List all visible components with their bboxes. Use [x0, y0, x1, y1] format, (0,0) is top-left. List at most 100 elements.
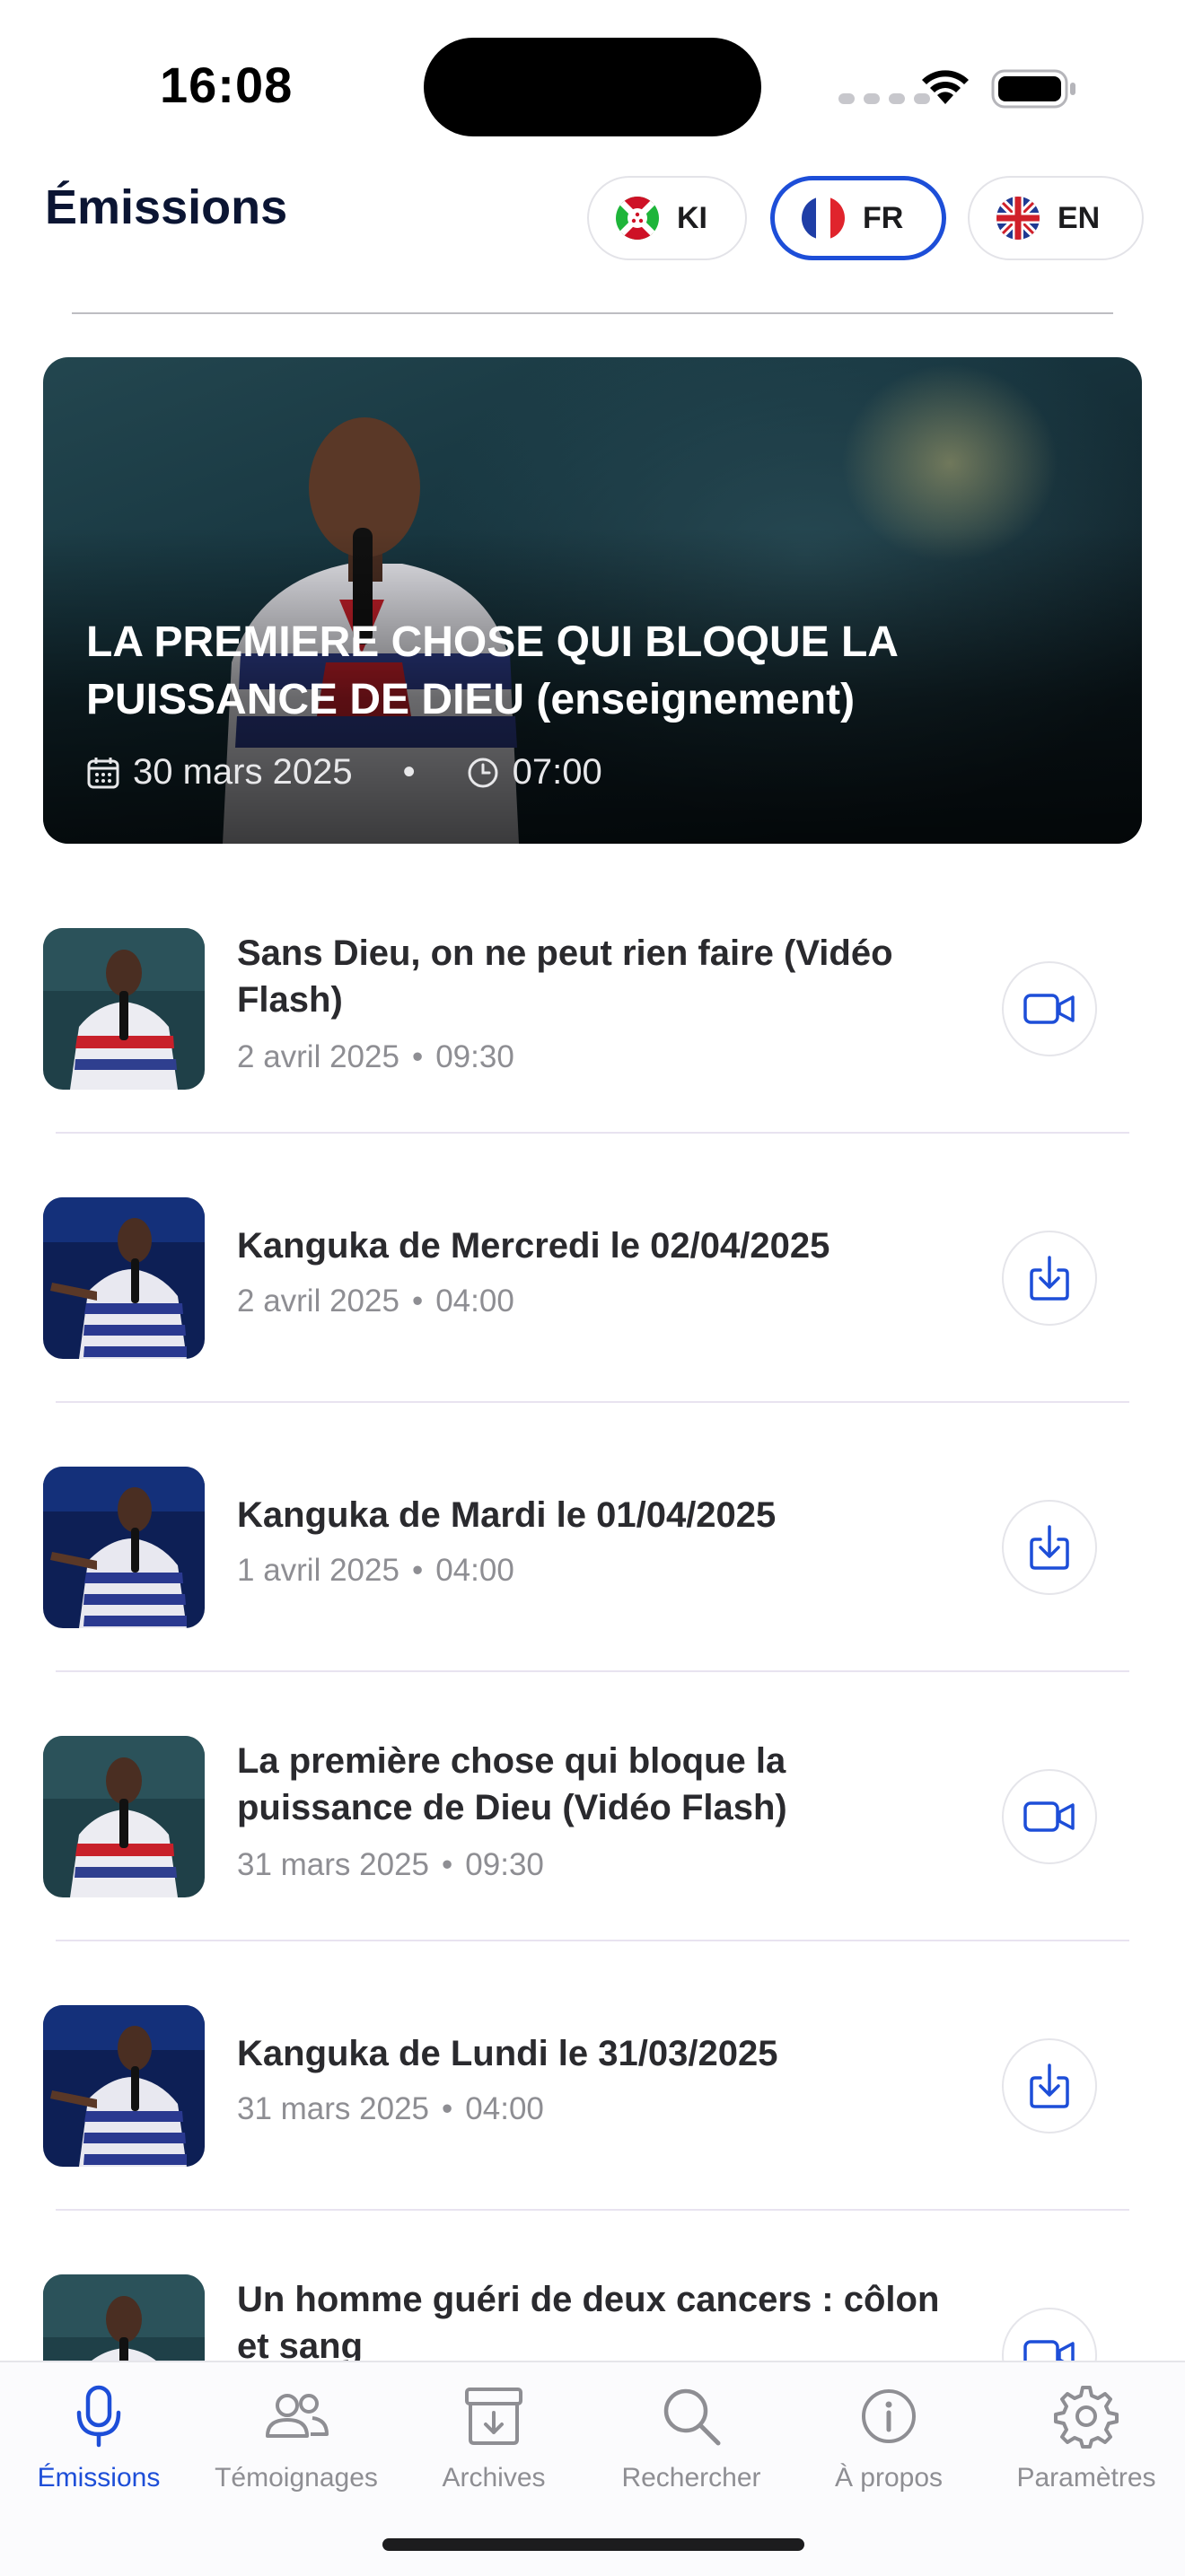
home-indicator — [382, 2538, 804, 2551]
tab-emissions[interactable]: Émissions — [0, 2380, 198, 2493]
search-icon — [663, 2388, 721, 2446]
episode-row[interactable]: Sans Dieu, on ne peut rien faire (Vidéo … — [0, 898, 1185, 1167]
episode-title: Kanguka de Lundi le 31/03/2025 — [237, 2034, 778, 2073]
tab-rechercher[interactable]: Rechercher — [592, 2380, 790, 2493]
watch-video-button[interactable] — [1002, 1769, 1097, 1864]
row-divider — [56, 1132, 1129, 1134]
download-button[interactable] — [1002, 1231, 1097, 1326]
language-ki-button[interactable]: KI — [587, 176, 747, 260]
episode-date: 31 mars 2025 — [237, 2091, 430, 2126]
clock-icon — [468, 758, 498, 787]
battery-icon — [991, 69, 1075, 109]
episode-row[interactable]: Un homme guéri de deux cancers : côlon e… — [0, 2244, 1185, 2362]
download-icon — [1030, 2063, 1069, 2108]
meta-separator: • — [442, 2091, 453, 2126]
meta-separator: • — [402, 752, 416, 792]
row-divider — [56, 1940, 1129, 1941]
row-divider — [56, 1401, 1129, 1403]
episode-thumbnail — [43, 1736, 205, 1897]
episode-title: Kanguka de Mardi le 01/04/2025 — [237, 1495, 777, 1535]
download-button[interactable] — [1002, 2038, 1097, 2134]
featured-time: 07:00 — [512, 752, 602, 792]
tab-label: Paramètres — [1016, 2463, 1156, 2493]
status-bar: 16:08 — [0, 0, 1185, 171]
uk-flag-icon — [996, 197, 1040, 240]
meta-separator: • — [442, 1847, 453, 1882]
episode-row[interactable]: Kanguka de Mercredi le 02/04/2025 2 avri… — [0, 1167, 1185, 1436]
people-icon — [266, 2394, 329, 2438]
video-icon — [1023, 2340, 1075, 2362]
tab-label: Rechercher — [621, 2463, 761, 2493]
france-flag-icon — [802, 197, 845, 240]
episode-list[interactable]: Sans Dieu, on ne peut rien faire (Vidéo … — [0, 898, 1185, 2362]
tab-label: Archives — [442, 2463, 546, 2493]
episode-meta: 2 avril 2025 • 09:30 — [237, 1039, 514, 1075]
tab-archives[interactable]: Archives — [395, 2380, 592, 2493]
tab-label: À propos — [834, 2463, 944, 2493]
episode-row[interactable]: Kanguka de Mardi le 01/04/2025 1 avril 2… — [0, 1436, 1185, 1705]
episode-meta: 31 mars 2025 • 09:30 — [237, 1847, 544, 1883]
info-icon — [862, 2389, 916, 2443]
tab-label: Émissions — [37, 2463, 161, 2493]
episode-date: 2 avril 2025 — [237, 1284, 399, 1319]
episode-date: 2 avril 2025 — [237, 1039, 399, 1074]
wifi-icon — [922, 70, 969, 104]
episode-thumbnail — [43, 928, 205, 1090]
tab-a-propos[interactable]: À propos — [790, 2380, 988, 2493]
language-code: EN — [1058, 200, 1101, 235]
download-button[interactable] — [1002, 1500, 1097, 1595]
archive-box-icon — [465, 2388, 522, 2445]
download-icon — [1030, 1525, 1069, 1570]
episode-title: Sans Dieu, on ne peut rien faire (Vidéo … — [237, 933, 893, 1020]
episode-time: 04:00 — [435, 1284, 514, 1319]
language-code: KI — [677, 200, 707, 235]
row-divider — [56, 1670, 1129, 1672]
episode-date: 1 avril 2025 — [237, 1553, 399, 1588]
featured-episode-title: LA PREMIERE CHOSE QUI BLOQUE LA PUISSANC… — [86, 618, 898, 723]
cellular-signal-icon — [838, 93, 930, 104]
featured-episode-card[interactable]: LA PREMIERE CHOSE QUI BLOQUE LA PUISSANC… — [43, 357, 1142, 844]
watch-video-button[interactable] — [1002, 2308, 1097, 2362]
dynamic-island — [424, 38, 761, 136]
episode-time: 04:00 — [465, 2091, 544, 2126]
episode-thumbnail — [43, 2005, 205, 2167]
episode-thumbnail — [43, 2274, 205, 2362]
row-divider — [56, 2209, 1129, 2211]
meta-separator: • — [411, 1553, 424, 1588]
featured-date: 30 mars 2025 — [133, 752, 353, 792]
video-icon — [1023, 1801, 1075, 1832]
episode-row[interactable]: Kanguka de Lundi le 31/03/2025 31 mars 2… — [0, 1975, 1185, 2244]
microphone-icon — [76, 2385, 121, 2448]
episode-meta: 1 avril 2025 • 04:00 — [237, 1553, 514, 1589]
video-icon — [1023, 994, 1075, 1024]
featured-episode-meta: 30 mars 2025 • 07:00 — [86, 752, 602, 793]
calendar-icon — [87, 757, 119, 788]
language-fr-button[interactable]: FR — [770, 176, 946, 260]
episode-thumbnail — [43, 1197, 205, 1359]
episode-time: 04:00 — [435, 1553, 514, 1588]
language-en-button[interactable]: EN — [968, 176, 1144, 260]
meta-separator: • — [411, 1039, 424, 1074]
watch-video-button[interactable] — [1002, 961, 1097, 1056]
burundi-flag-icon — [616, 197, 659, 240]
tab-label: Témoignages — [215, 2463, 378, 2493]
episode-date: 31 mars 2025 — [237, 1847, 430, 1882]
episode-meta: 31 mars 2025 • 04:00 — [237, 2091, 544, 2127]
download-icon — [1030, 1256, 1069, 1301]
episode-title: Kanguka de Mercredi le 02/04/2025 — [237, 1226, 830, 1266]
meta-separator: • — [411, 1284, 424, 1319]
status-time: 16:08 — [160, 57, 294, 113]
episode-meta: 2 avril 2025 • 04:00 — [237, 1284, 514, 1319]
episode-row[interactable]: La première chose qui bloque la puissanc… — [0, 1705, 1185, 1975]
episode-thumbnail — [43, 1467, 205, 1628]
episode-title: La première chose qui bloque la puissanc… — [237, 1741, 787, 1827]
tab-temoignages[interactable]: Témoignages — [198, 2380, 395, 2493]
episode-title: Un homme guéri de deux cancers : côlon e… — [237, 2280, 940, 2362]
header-divider — [72, 312, 1113, 314]
gear-icon — [1054, 2386, 1119, 2449]
language-code: FR — [863, 200, 904, 235]
episode-time: 09:30 — [435, 1039, 514, 1074]
episode-time: 09:30 — [465, 1847, 544, 1882]
page-title: Émissions — [45, 180, 288, 234]
tab-parametres[interactable]: Paramètres — [988, 2380, 1185, 2493]
